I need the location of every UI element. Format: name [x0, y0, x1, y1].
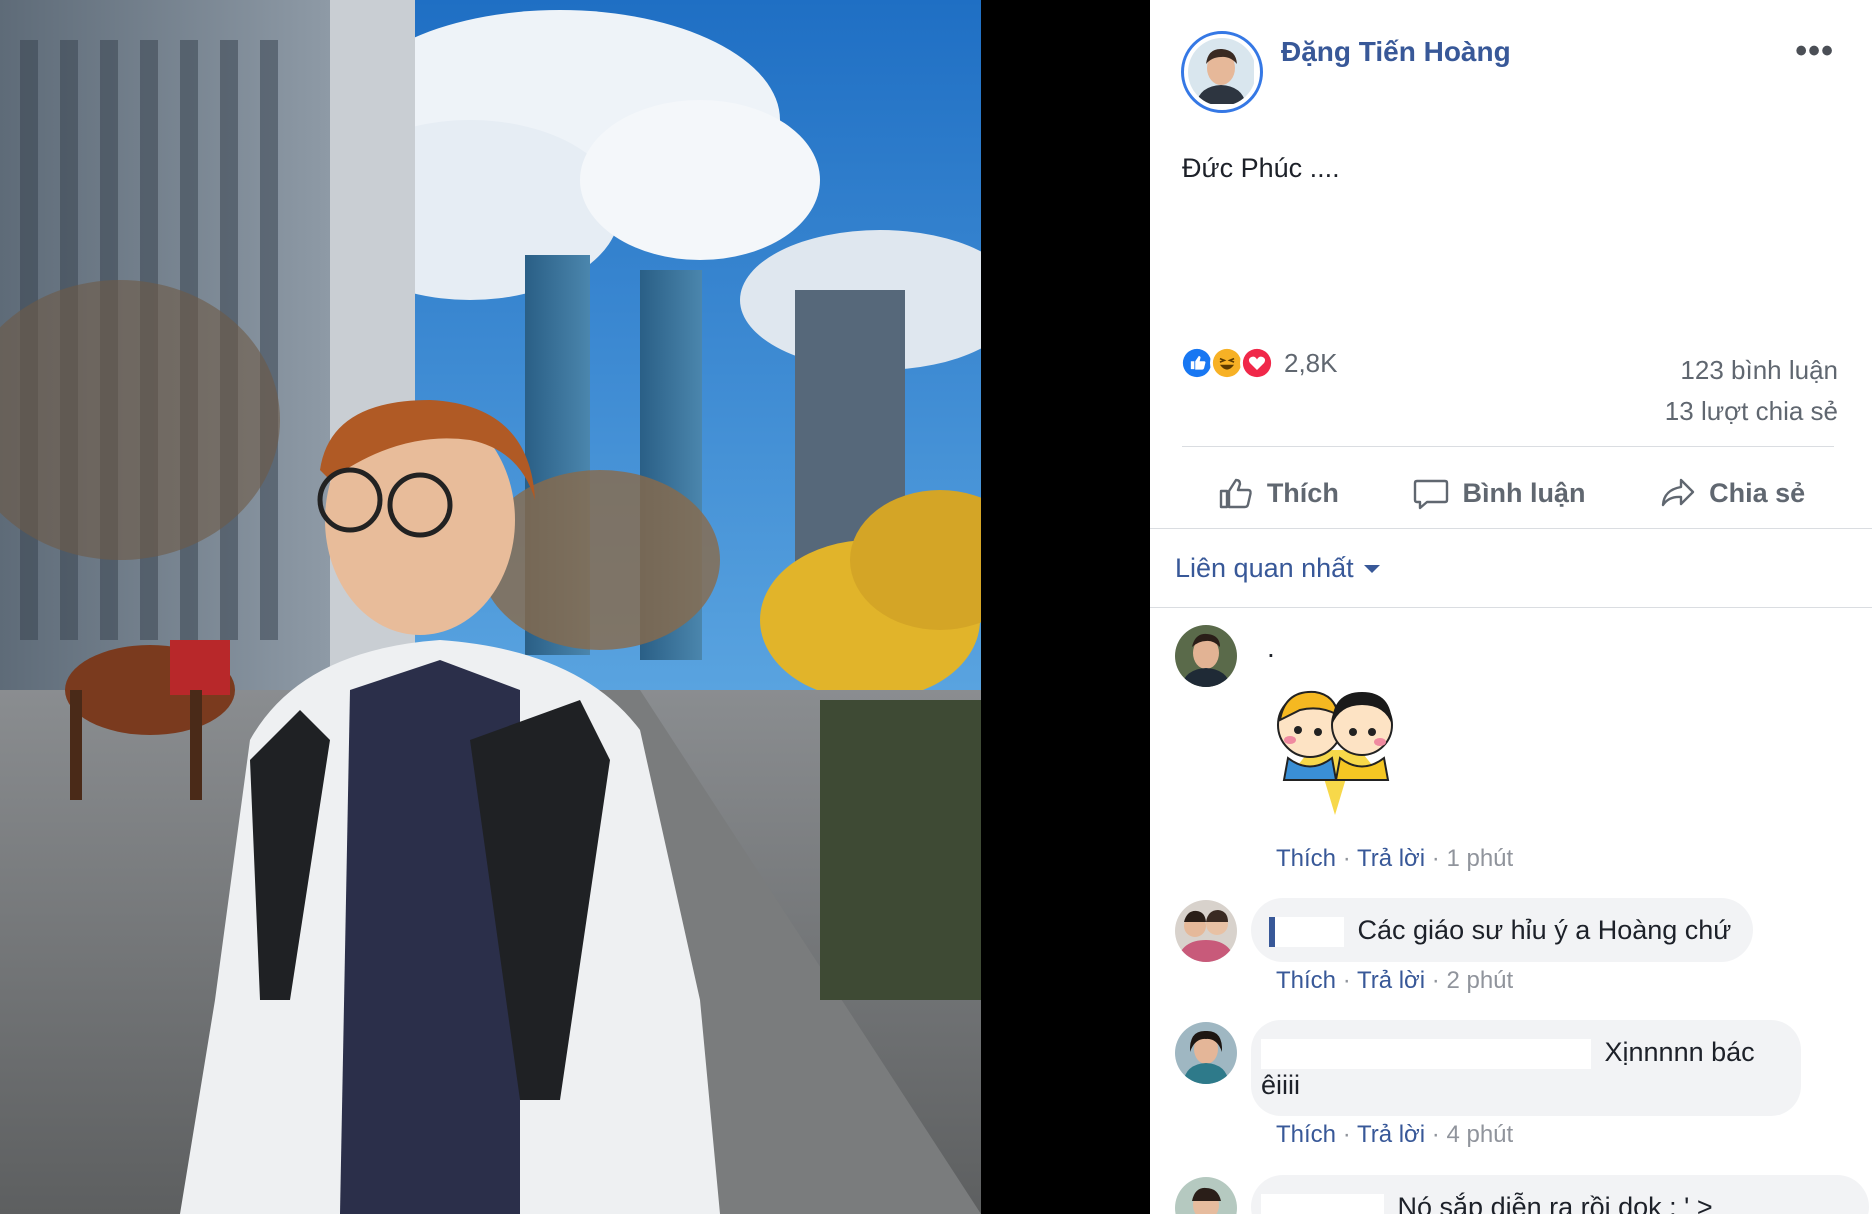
commenter-avatar[interactable] — [1175, 1177, 1237, 1214]
author-name[interactable]: Đặng Tiến Hoàng — [1281, 36, 1511, 68]
post-panel: Đặng Tiến Hoàng ••• Đức Phúc .... 2,8K 1… — [1150, 0, 1872, 1214]
separator-dot: · — [1342, 967, 1351, 994]
comment-timestamp[interactable]: 2 phút — [1446, 967, 1513, 994]
comment-sticker — [1260, 680, 1410, 815]
comment-text: Các giáo sư hỉu ý a Hoàng chứ — [1357, 915, 1732, 945]
couple-sticker-image — [1277, 690, 1393, 815]
comment-timestamp[interactable]: 1 phút — [1446, 845, 1513, 872]
commenter-avatar[interactable] — [1175, 625, 1237, 687]
reaction-summary[interactable]: 2,8K — [1180, 346, 1338, 380]
divider — [1150, 528, 1872, 529]
commenter-avatar-image — [1175, 1177, 1237, 1214]
like-icon — [1180, 346, 1214, 380]
caret-down-icon — [1363, 564, 1380, 573]
post-photo[interactable] — [0, 0, 981, 1214]
photo-viewer — [0, 0, 1150, 1214]
like-button[interactable]: Thích — [1217, 474, 1339, 512]
comment-reply-link[interactable]: Trả lời — [1357, 1121, 1425, 1148]
comment-actions: Thích · Trả lời · 2 phút — [1276, 967, 1513, 995]
comment-button[interactable]: Bình luận — [1412, 474, 1585, 512]
comments-count-link[interactable]: 123 bình luận — [1665, 350, 1838, 391]
share-arrow-icon — [1661, 478, 1695, 507]
share-button-label: Chia sẻ — [1709, 477, 1806, 508]
separator-dot: · — [1342, 845, 1351, 872]
comment-reply-link[interactable]: Trả lời — [1357, 845, 1425, 872]
like-button-label: Thích — [1266, 477, 1339, 508]
comment-bubble: Các giáo sư hỉu ý a Hoàng chứ — [1251, 898, 1754, 962]
comment-timestamp[interactable]: 4 phút — [1446, 1121, 1513, 1148]
commenter-avatar-image — [1175, 900, 1237, 962]
commenter-avatar-image — [1175, 625, 1237, 687]
commenter-name-hidden[interactable] — [1269, 916, 1344, 947]
share-button[interactable]: Chia sẻ — [1659, 474, 1805, 512]
thumbs-up-icon — [1219, 478, 1252, 509]
comment-actions: Thích · Trả lời · 1 phút — [1276, 845, 1513, 873]
post-action-bar: Thích Bình luận Chia sẻ — [1150, 458, 1872, 528]
reaction-count: 2,8K — [1284, 347, 1338, 378]
more-options-button[interactable]: ••• — [1795, 34, 1834, 68]
haha-icon — [1210, 346, 1244, 380]
comment-bubble: Nó sắp diễn ra rồi dọk : ' > — [1251, 1175, 1869, 1214]
comment-bubble-icon — [1414, 479, 1449, 510]
commenter-name-hidden[interactable] — [1261, 1193, 1384, 1214]
separator-dot: · — [1342, 1121, 1351, 1148]
comment-bubble: Xịnnnnn bác êiiii — [1251, 1020, 1801, 1116]
author-avatar-image — [1188, 38, 1254, 104]
comment-text-line2: êiiii — [1261, 1069, 1301, 1100]
author-avatar[interactable] — [1181, 31, 1263, 113]
divider — [1150, 607, 1872, 608]
commenter-avatar[interactable] — [1175, 900, 1237, 962]
commenter-avatar[interactable] — [1175, 1022, 1237, 1084]
post-stats: 123 bình luận 13 lượt chia sẻ — [1665, 350, 1838, 432]
photo-scene — [0, 0, 981, 1214]
commenter-avatar-image — [1175, 1022, 1237, 1084]
post-text: Đức Phúc .... — [1182, 153, 1340, 183]
separator-dot: · — [1431, 845, 1440, 872]
shares-count-link[interactable]: 13 lượt chia sẻ — [1665, 391, 1838, 432]
comment-like-link[interactable]: Thích — [1276, 1121, 1336, 1148]
comment-button-label: Bình luận — [1462, 477, 1586, 508]
comment-text-line1: Xịnnnnn bác — [1604, 1037, 1755, 1067]
comment-reply-link[interactable]: Trả lời — [1357, 967, 1425, 994]
comment-text: Nó sắp diễn ra rồi dọk : ' > — [1397, 1192, 1713, 1214]
divider — [1182, 446, 1834, 447]
love-icon — [1240, 346, 1274, 380]
comment-like-link[interactable]: Thích — [1276, 967, 1336, 994]
comment-sort-label: Liên quan nhất — [1175, 553, 1354, 583]
comment-like-link[interactable]: Thích — [1276, 845, 1336, 872]
separator-dot: · — [1431, 1121, 1440, 1148]
comment-sort-dropdown[interactable]: Liên quan nhất — [1175, 553, 1380, 584]
commenter-name-hidden[interactable] — [1261, 1038, 1591, 1069]
comment-text: . — [1267, 632, 1275, 663]
comment-actions: Thích · Trả lời · 4 phút — [1276, 1121, 1513, 1149]
separator-dot: · — [1431, 967, 1440, 994]
